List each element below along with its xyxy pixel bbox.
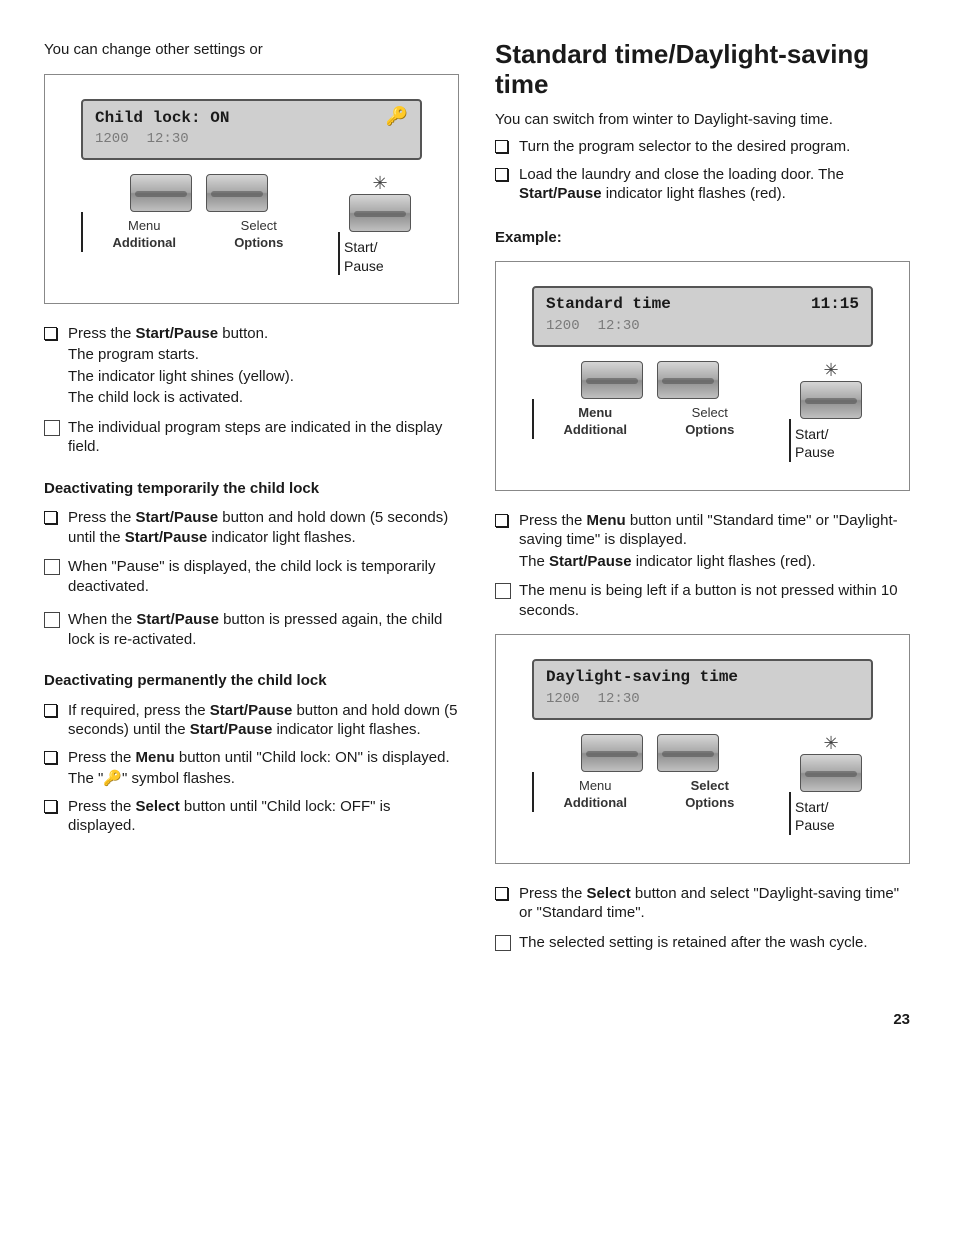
checkbox-icon [44, 704, 57, 717]
menu-label-1: Menu [87, 218, 202, 235]
select-label-2: Options [202, 235, 317, 252]
heading-example: Example: [495, 228, 910, 248]
panel-standard-time: Standard time 11:15 1200 12:30 [495, 261, 910, 490]
page-number: 23 [44, 1010, 910, 1030]
snowflake-icon: ✳ [789, 734, 873, 752]
menu-button[interactable] [130, 174, 192, 212]
lcd-display: Child lock: ON 🔑 1200 12:30 [81, 99, 422, 161]
checkbox-icon [44, 800, 57, 813]
select-label-2: Options [653, 422, 768, 439]
select-button[interactable] [206, 174, 268, 212]
lcd-time: 11:15 [811, 294, 859, 315]
panel-child-lock: Child lock: ON 🔑 1200 12:30 [44, 74, 459, 304]
checkbox-icon [44, 751, 57, 764]
note-text: When "Pause" is displayed, the child loc… [68, 557, 459, 596]
lcd-sub-a: 1200 [546, 317, 580, 335]
checkbox-icon [495, 140, 508, 153]
checkbox-icon [44, 327, 57, 340]
note-box-icon [44, 612, 60, 628]
start-label-2: Pause [344, 257, 422, 275]
start-label-2: Pause [795, 443, 873, 461]
step-text: If required, press the Start/Pause butto… [68, 701, 459, 742]
left-intro: You can change other settings or [44, 40, 459, 60]
menu-label-2: Additional [538, 795, 653, 812]
start-pause-button[interactable] [800, 381, 862, 419]
select-button[interactable] [657, 734, 719, 772]
start-label-1: Start/ [795, 798, 873, 816]
step-text: Load the laundry and close the loading d… [519, 165, 910, 206]
lcd-sub-b: 12:30 [147, 130, 189, 148]
select-label-1: Select [653, 405, 768, 422]
lcd-text: Standard time [546, 294, 671, 315]
note-box-icon [44, 559, 60, 575]
note-box-icon [495, 935, 511, 951]
step-text: Press the Start/Pause button and hold do… [68, 508, 459, 549]
step-text: Turn the program selector to the desired… [519, 137, 910, 159]
checkbox-icon [495, 887, 508, 900]
heading-deactivate-perm: Deactivating permanently the child lock [44, 671, 459, 691]
menu-label-1: Menu [538, 405, 653, 422]
select-label-1: Select [653, 778, 768, 795]
start-label-1: Start/ [795, 425, 873, 443]
menu-label-2: Additional [87, 235, 202, 252]
checkbox-icon [44, 511, 57, 524]
checkbox-icon [495, 168, 508, 181]
step-text: Press the Select button and select "Dayl… [519, 884, 910, 925]
note-text: The individual program steps are indicat… [68, 418, 459, 457]
lcd-sub-a: 1200 [95, 130, 129, 148]
start-pause-button[interactable] [349, 194, 411, 232]
select-button[interactable] [657, 361, 719, 399]
lcd-display: Daylight-saving time 1200 12:30 [532, 659, 873, 720]
panel-daylight-saving: Daylight-saving time 1200 12:30 [495, 634, 910, 863]
step-text: Press the Select button until "Child loc… [68, 797, 459, 838]
snowflake-icon: ✳ [338, 174, 422, 192]
note-text: The selected setting is retained after t… [519, 933, 910, 953]
select-label-2: Options [653, 795, 768, 812]
menu-button[interactable] [581, 361, 643, 399]
menu-label-1: Menu [538, 778, 653, 795]
heading-deactivate-temp: Deactivating temporarily the child lock [44, 479, 459, 499]
heading-standard-time: Standard time/Daylight-saving time [495, 40, 910, 100]
lcd-sub-b: 12:30 [598, 317, 640, 335]
menu-label-2: Additional [538, 422, 653, 439]
start-pause-button[interactable] [800, 754, 862, 792]
key-icon: 🔑 [386, 107, 408, 125]
step-text: Press the Menu button until "Standard ti… [519, 511, 910, 574]
menu-button[interactable] [581, 734, 643, 772]
select-label-1: Select [202, 218, 317, 235]
lcd-sub-b: 12:30 [598, 690, 640, 708]
note-box-icon [495, 583, 511, 599]
snowflake-icon: ✳ [789, 361, 873, 379]
lcd-text: Daylight-saving time [546, 667, 738, 688]
lcd-sub-a: 1200 [546, 690, 580, 708]
note-text: When the Start/Pause button is pressed a… [68, 610, 459, 649]
step-text: Press the Start/Pause button. The progra… [68, 324, 459, 410]
right-intro: You can switch from winter to Daylight-s… [495, 110, 910, 130]
note-box-icon [44, 420, 60, 436]
lcd-display: Standard time 11:15 1200 12:30 [532, 286, 873, 347]
lcd-text: Child lock: ON [95, 108, 229, 129]
note-text: The menu is being left if a button is no… [519, 581, 910, 620]
step-text: Press the Menu button until "Child lock:… [68, 748, 459, 791]
start-label-2: Pause [795, 816, 873, 834]
checkbox-icon [495, 514, 508, 527]
start-label-1: Start/ [344, 238, 422, 256]
